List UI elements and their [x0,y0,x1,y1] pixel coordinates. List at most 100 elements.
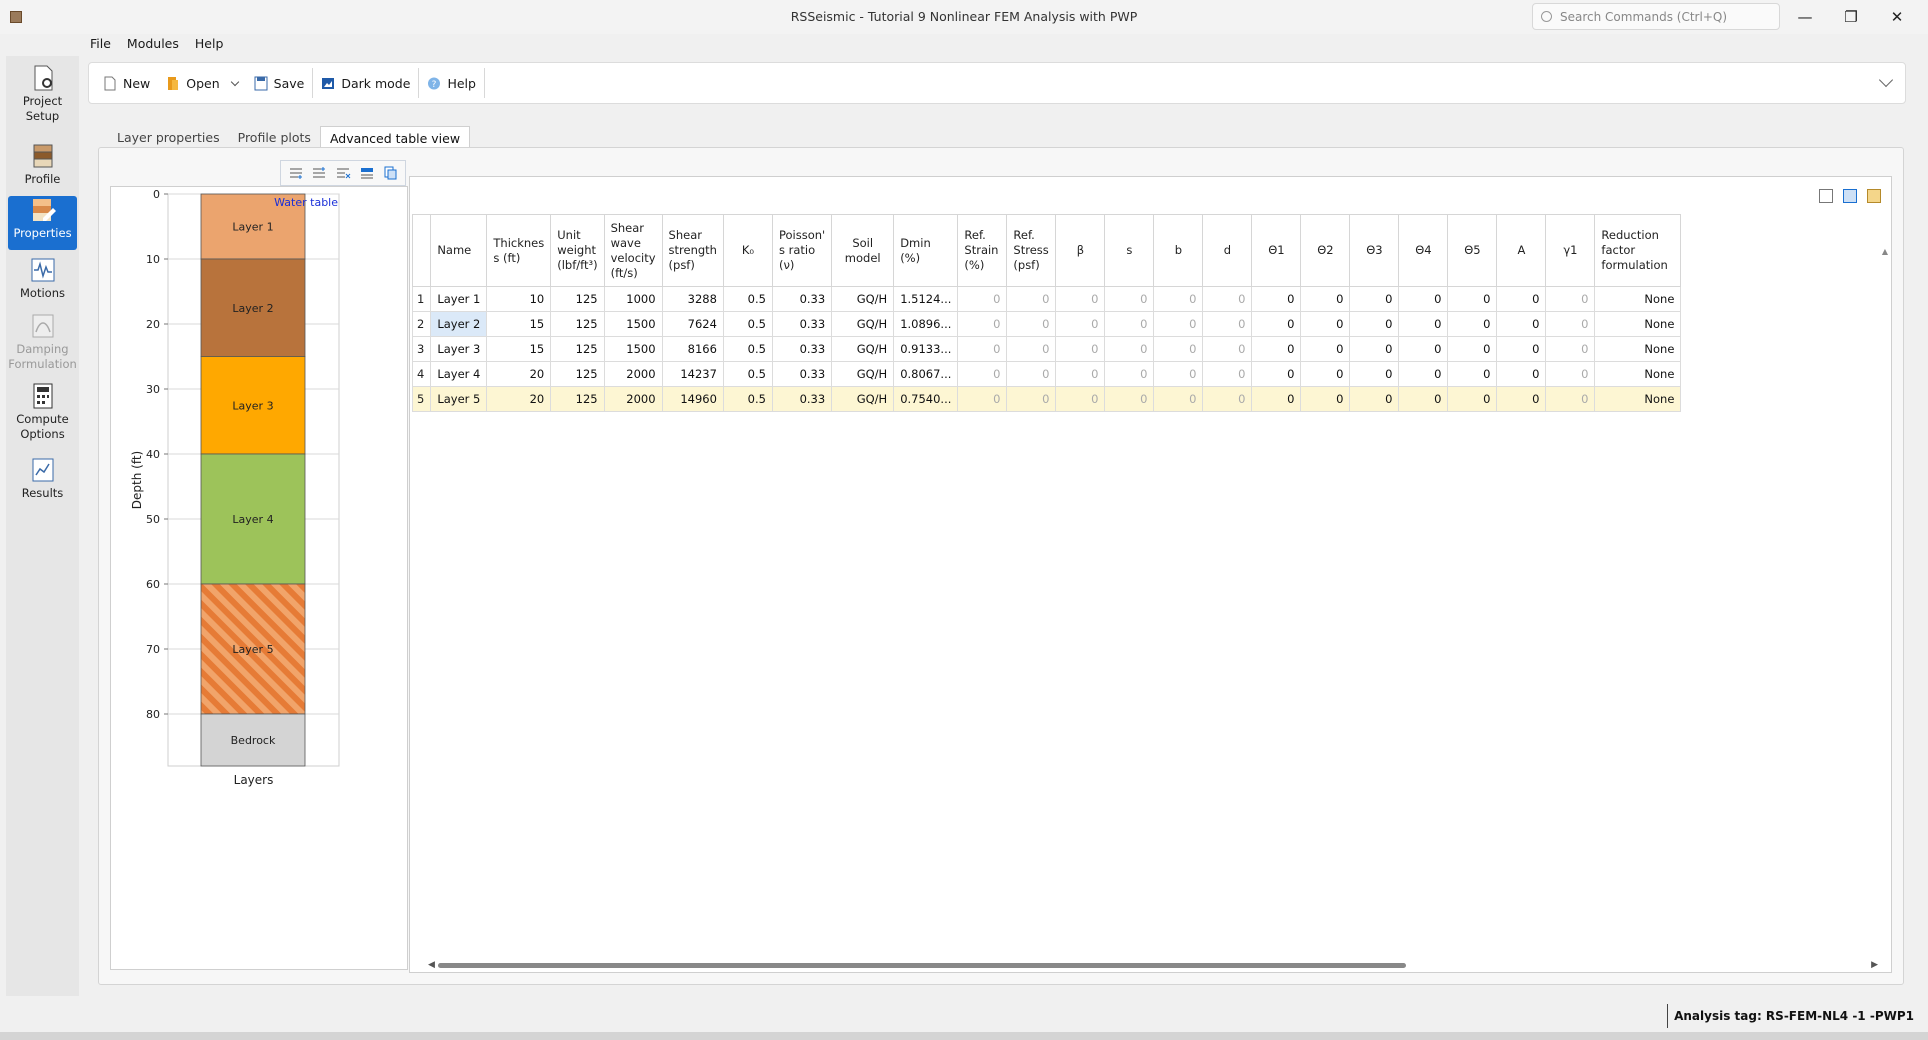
table-cell[interactable]: 0 [1300,286,1351,312]
table-cell[interactable]: 0 [1153,386,1204,412]
help-button[interactable]: ? Help [419,68,484,98]
table-cell[interactable]: 0 [1398,311,1449,337]
table-cell[interactable]: 20 [486,361,552,387]
table-cell[interactable]: GQ/H [831,386,895,412]
table-cell[interactable]: 0.33 [771,336,833,362]
table-cell[interactable]: Layer 3 [430,336,488,362]
table-cell[interactable]: 0 [1447,361,1498,387]
table-cell[interactable]: 0 [1055,311,1106,337]
table-cell[interactable]: 0 [1153,286,1204,312]
nav-compute-options[interactable]: Compute Options [8,382,77,448]
tab-layer-properties[interactable]: Layer properties [108,126,229,148]
table-cell[interactable]: 0 [1251,386,1302,412]
table-cell[interactable]: Layer 5 [430,386,488,412]
table-cell[interactable]: 0 [1398,361,1449,387]
minimize-button[interactable]: — [1782,0,1828,34]
table-cell[interactable]: 125 [550,336,605,362]
table-cell[interactable]: 15 [486,311,552,337]
column-header[interactable]: Θ5 [1447,214,1498,287]
table-cell[interactable]: 1500 [603,336,663,362]
row-header[interactable]: 3 [411,336,432,362]
table-cell[interactable]: 0 [1202,386,1253,412]
nav-project-setup[interactable]: Project Setup [8,64,77,138]
table-cell[interactable]: 0 [1398,286,1449,312]
paste-icon[interactable] [1867,189,1881,203]
table-cell[interactable]: 0.7540... [893,386,959,412]
table-cell[interactable]: 0 [1202,336,1253,362]
merge-layers-icon[interactable] [359,166,375,180]
save-button[interactable]: Save [246,68,313,98]
table-cell[interactable]: None [1594,386,1682,412]
table-cell[interactable]: 0 [1055,286,1106,312]
table-cell[interactable]: 0 [1104,361,1155,387]
table-cell[interactable]: 0.33 [771,286,833,312]
nav-damping-formulation[interactable]: Damping Formulation [8,312,77,378]
table-cell[interactable]: 1500 [603,311,663,337]
table-cell[interactable]: 1.5124... [893,286,959,312]
table-cell[interactable]: 0 [1496,361,1547,387]
table-cell[interactable]: 0.8067... [893,361,959,387]
table-cell[interactable]: 0 [1545,386,1596,412]
table-cell[interactable]: 0 [1545,311,1596,337]
table-cell[interactable]: 10 [486,286,552,312]
table-cell[interactable]: 14960 [661,386,724,412]
table-cell[interactable]: 0 [1006,361,1057,387]
table-cell[interactable]: 125 [550,361,605,387]
copy-icon[interactable] [1843,189,1857,203]
column-header[interactable]: Poisson' s ratio (ν) [771,214,833,287]
table-cell[interactable]: 0 [1251,336,1302,362]
scrollbar-thumb[interactable] [438,963,1406,968]
table-cell[interactable]: 0 [1300,311,1351,337]
table-cell[interactable]: 0 [1398,386,1449,412]
dark-mode-button[interactable]: Dark mode [313,68,418,98]
table-cell[interactable]: 0 [1006,386,1057,412]
tab-advanced-table-view[interactable]: Advanced table view [319,126,471,148]
insert-layer-above-icon[interactable] [311,166,327,180]
table-cell[interactable]: 0 [1496,336,1547,362]
column-header[interactable]: Θ1 [1251,214,1302,287]
table-row[interactable]: 5 Layer 5 20 125 2000 14960 0.5 0.33 GQ/H 0.7540.… [411,386,1682,412]
table-cell[interactable]: 0 [1104,286,1155,312]
column-header[interactable]: Ref. Strain (%) [957,214,1008,287]
table-cell[interactable]: 0 [1104,336,1155,362]
column-header[interactable]: K₀ [722,214,773,287]
table-cell[interactable]: Layer 4 [430,361,488,387]
insert-layer-below-icon[interactable] [288,166,304,180]
open-dropdown-chevron-icon[interactable] [230,77,239,86]
table-cell[interactable]: 0.5 [722,311,773,337]
table-cell[interactable]: 0 [1251,361,1302,387]
open-button[interactable]: Open [158,68,245,98]
column-header[interactable]: Shear wave velocity (ft/s) [603,214,663,287]
table-cell[interactable]: 0 [1202,286,1253,312]
collapse-ribbon-chevron-icon[interactable] [1878,72,1894,88]
search-commands-input[interactable]: Search Commands (Ctrl+Q) [1532,3,1780,30]
table-cell[interactable]: 14237 [661,361,724,387]
select-all-icon[interactable] [1819,189,1833,203]
table-cell[interactable]: 0 [1104,386,1155,412]
table-cell[interactable]: None [1594,336,1682,362]
table-cell[interactable]: 20 [486,386,552,412]
new-button[interactable]: New [95,68,158,98]
table-cell[interactable]: 2000 [603,361,663,387]
table-cell[interactable]: GQ/H [831,311,895,337]
nav-motions[interactable]: Motions [8,256,77,308]
table-cell[interactable]: 8166 [661,336,724,362]
copy-icon[interactable] [382,166,398,180]
column-header[interactable] [411,214,432,287]
scroll-left-icon[interactable]: ◀ [428,960,435,970]
table-cell[interactable]: 0 [957,311,1008,337]
table-cell[interactable]: 0 [1349,336,1400,362]
menu-file[interactable]: File [90,36,111,56]
table-cell[interactable]: GQ/H [831,361,895,387]
table-cell[interactable]: 0 [957,336,1008,362]
table-row[interactable]: 2 Layer 2 15 125 1500 7624 0.5 0.33 GQ/H 1.0896..… [411,311,1682,337]
delete-layer-icon[interactable] [335,166,351,180]
column-header[interactable]: A [1496,214,1547,287]
column-header[interactable]: Θ3 [1349,214,1400,287]
nav-results[interactable]: Results [8,456,77,508]
table-cell[interactable]: 0 [1349,286,1400,312]
table-cell[interactable]: 0 [1300,386,1351,412]
table-cell[interactable]: None [1594,286,1682,312]
table-cell[interactable]: 0.5 [722,286,773,312]
table-row[interactable]: 4 Layer 4 20 125 2000 14237 0.5 0.33 GQ/H 0.8067.… [411,361,1682,387]
